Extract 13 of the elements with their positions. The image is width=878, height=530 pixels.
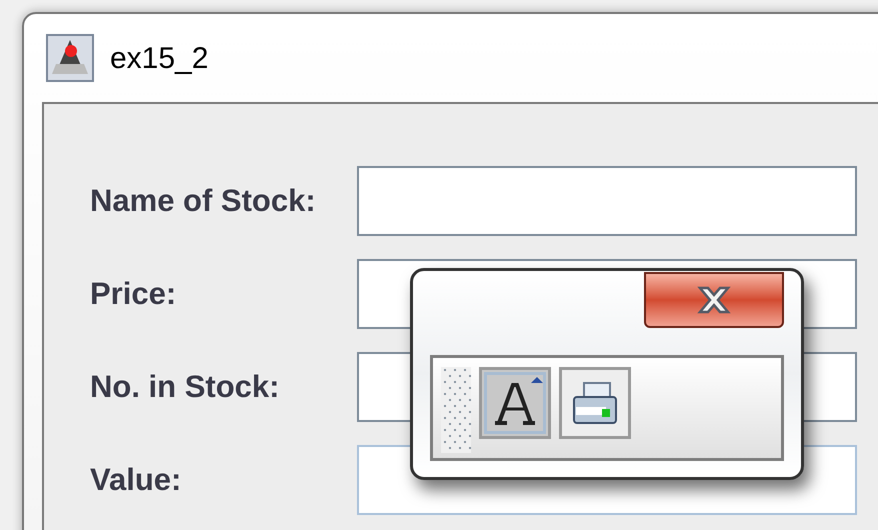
- field-label: No. in Stock:: [89, 368, 280, 406]
- close-button[interactable]: [644, 272, 784, 328]
- field-label: Price:: [89, 274, 178, 313]
- field-label: Name of Stock:: [89, 182, 317, 220]
- field-label: Value:: [89, 460, 182, 499]
- input-field[interactable]: [357, 166, 857, 236]
- font-size-button[interactable]: [479, 367, 551, 439]
- window-title: ex15_2: [110, 40, 208, 76]
- printer-icon: [572, 381, 618, 425]
- close-icon: [697, 286, 731, 314]
- app-icon: [46, 34, 94, 82]
- print-button[interactable]: [559, 367, 631, 439]
- grip-handle[interactable]: [441, 367, 471, 453]
